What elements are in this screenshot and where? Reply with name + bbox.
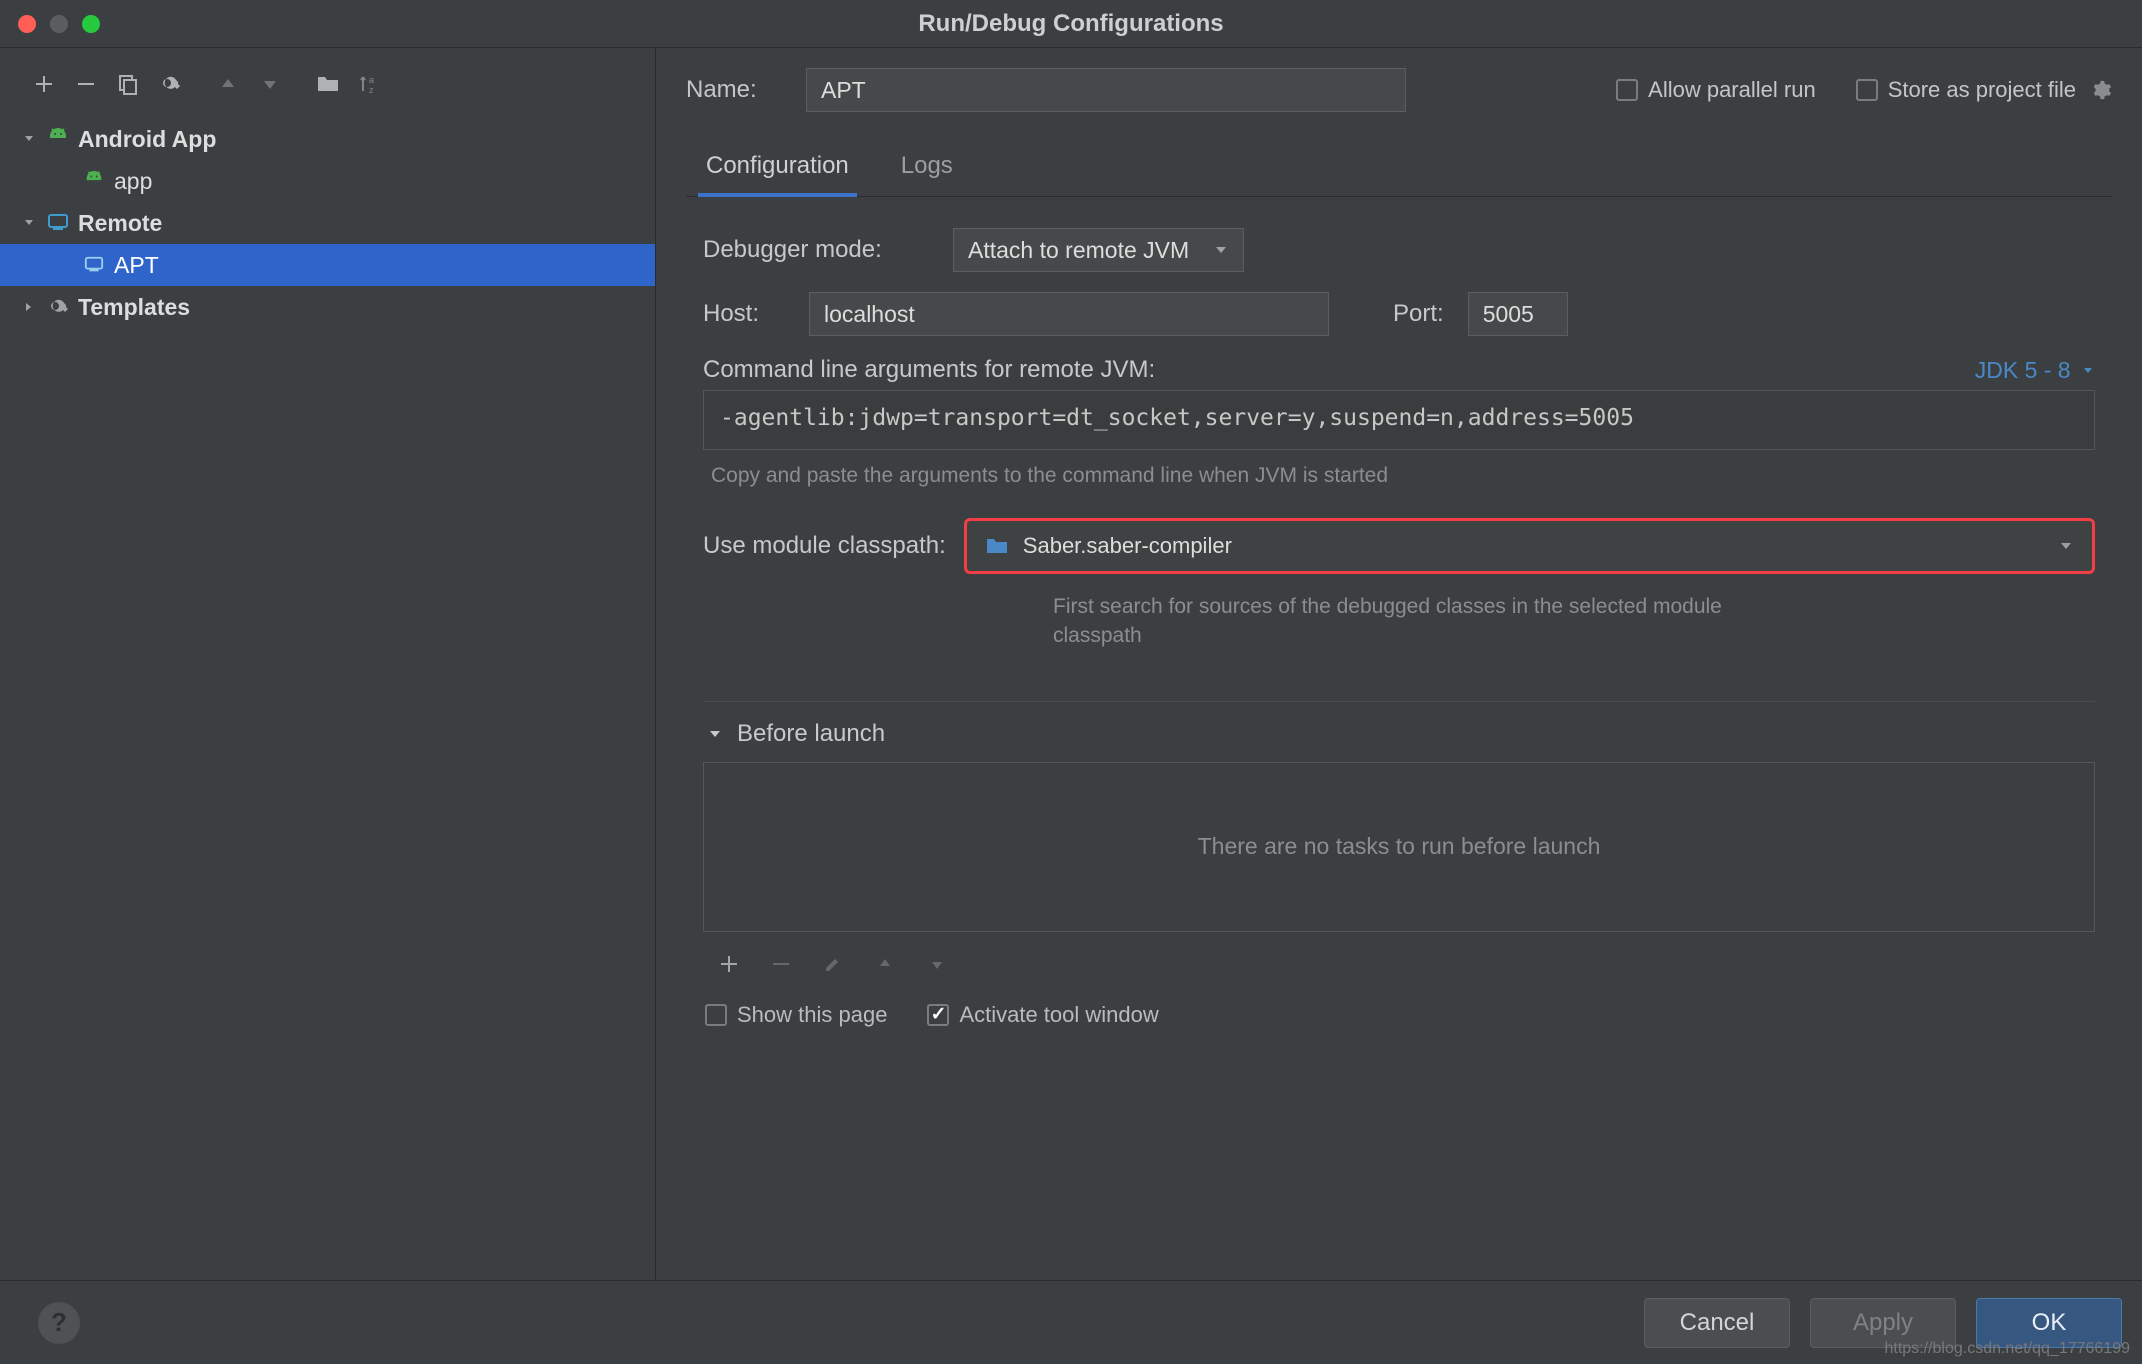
chevron-down-icon [1213, 242, 1229, 258]
debugger-mode-value: Attach to remote JVM [968, 237, 1189, 264]
before-launch-empty: There are no tasks to run before launch [1198, 833, 1601, 860]
add-config-icon[interactable] [26, 66, 62, 102]
tree-group-label: Templates [78, 294, 190, 321]
module-classpath-select[interactable]: Saber.saber-compiler [964, 518, 2095, 574]
checkbox-icon [705, 1004, 727, 1026]
chevron-right-icon [20, 298, 38, 316]
chevron-down-icon [2058, 538, 2074, 554]
svg-text:z: z [369, 85, 374, 95]
port-field[interactable]: 5005 [1468, 292, 1568, 336]
host-label: Host: [703, 300, 785, 328]
name-label: Name: [686, 76, 786, 104]
cancel-button[interactable]: Cancel [1644, 1298, 1790, 1348]
jdk-version-select[interactable]: JDK 5 - 8 [1975, 357, 2095, 384]
module-classpath-label: Use module classpath: [703, 532, 946, 560]
port-value: 5005 [1483, 301, 1534, 328]
sidebar-toolbar: az [0, 58, 655, 116]
chevron-down-icon [20, 130, 38, 148]
folder-icon[interactable] [310, 66, 346, 102]
android-icon [46, 127, 70, 151]
remove-config-icon[interactable] [68, 66, 104, 102]
show-this-page-checkbox[interactable]: Show this page [705, 1002, 887, 1028]
android-icon [82, 169, 106, 193]
activate-tool-window-checkbox[interactable]: Activate tool window [927, 1002, 1158, 1028]
module-classpath-hint: First search for sources of the debugged… [1053, 592, 1813, 651]
debugger-mode-label: Debugger mode: [703, 236, 929, 264]
jvm-args-hint: Copy and paste the arguments to the comm… [711, 464, 2095, 488]
module-icon [985, 535, 1009, 557]
move-task-down-icon[interactable] [919, 946, 955, 982]
configurations-sidebar: az Android App app [0, 48, 656, 1280]
chevron-down-icon [707, 726, 723, 742]
tree-item-apt[interactable]: APT [0, 244, 655, 286]
module-classpath-value: Saber.saber-compiler [1023, 533, 1232, 559]
before-launch-header[interactable]: Before launch [703, 702, 2095, 756]
name-field[interactable]: APT [806, 68, 1406, 112]
activate-tool-window-label: Activate tool window [959, 1002, 1158, 1028]
svg-text:a: a [369, 75, 374, 85]
name-value: APT [821, 77, 866, 104]
tree-group-label: Remote [78, 210, 162, 237]
tree-item-label: app [114, 168, 152, 195]
configuration-panel: Name: APT Allow parallel run Store as pr… [656, 48, 2142, 1280]
wrench-icon [46, 295, 70, 319]
tree-group-label: Android App [78, 126, 216, 153]
move-task-up-icon[interactable] [867, 946, 903, 982]
chevron-down-icon [20, 214, 38, 232]
sort-alpha-icon[interactable]: az [352, 66, 388, 102]
tree-item-label: APT [114, 252, 159, 279]
window-title: Run/Debug Configurations [0, 10, 2142, 38]
before-launch-tasks: There are no tasks to run before launch [703, 762, 2095, 932]
edit-task-icon[interactable] [815, 946, 851, 982]
before-launch-toolbar [703, 932, 2095, 992]
tree-group-remote[interactable]: Remote [0, 202, 655, 244]
remote-icon [46, 211, 70, 235]
remote-icon [82, 253, 106, 277]
edit-templates-icon[interactable] [152, 66, 188, 102]
tree-group-templates[interactable]: Templates [0, 286, 655, 328]
tab-logs[interactable]: Logs [895, 142, 959, 196]
checkbox-checked-icon [927, 1004, 949, 1026]
move-up-icon[interactable] [210, 66, 246, 102]
show-this-page-label: Show this page [737, 1002, 887, 1028]
tree-item-app[interactable]: app [0, 160, 655, 202]
gear-icon[interactable] [2090, 79, 2112, 101]
config-tabs: Configuration Logs [686, 142, 2112, 197]
jvm-args-field[interactable]: -agentlib:jdwp=transport=dt_socket,serve… [703, 390, 2095, 450]
tab-configuration[interactable]: Configuration [700, 142, 855, 196]
remove-task-icon[interactable] [763, 946, 799, 982]
checkbox-icon [1856, 79, 1878, 101]
allow-parallel-checkbox[interactable]: Allow parallel run [1616, 77, 1816, 103]
watermark: https://blog.csdn.net/qq_17766199 [1884, 1340, 2130, 1358]
config-tree: Android App app Remote APT [0, 116, 655, 328]
host-value: localhost [824, 301, 915, 328]
args-label: Command line arguments for remote JVM: [703, 356, 1155, 384]
port-label: Port: [1393, 300, 1444, 328]
copy-config-icon[interactable] [110, 66, 146, 102]
allow-parallel-label: Allow parallel run [1648, 77, 1816, 103]
debugger-mode-select[interactable]: Attach to remote JVM [953, 228, 1244, 272]
checkbox-icon [1616, 79, 1638, 101]
store-as-project-checkbox[interactable]: Store as project file [1856, 77, 2112, 103]
tree-group-android[interactable]: Android App [0, 118, 655, 160]
titlebar: Run/Debug Configurations [0, 0, 2142, 48]
move-down-icon[interactable] [252, 66, 288, 102]
jvm-args-value: -agentlib:jdwp=transport=dt_socket,serve… [720, 405, 1634, 431]
dialog-footer: ? Cancel Apply OK [0, 1280, 2142, 1364]
before-launch-label: Before launch [737, 720, 885, 748]
help-button[interactable]: ? [38, 1302, 80, 1344]
store-as-project-label: Store as project file [1888, 77, 2076, 103]
add-task-icon[interactable] [711, 946, 747, 982]
host-field[interactable]: localhost [809, 292, 1329, 336]
jdk-version-label: JDK 5 - 8 [1975, 357, 2071, 383]
